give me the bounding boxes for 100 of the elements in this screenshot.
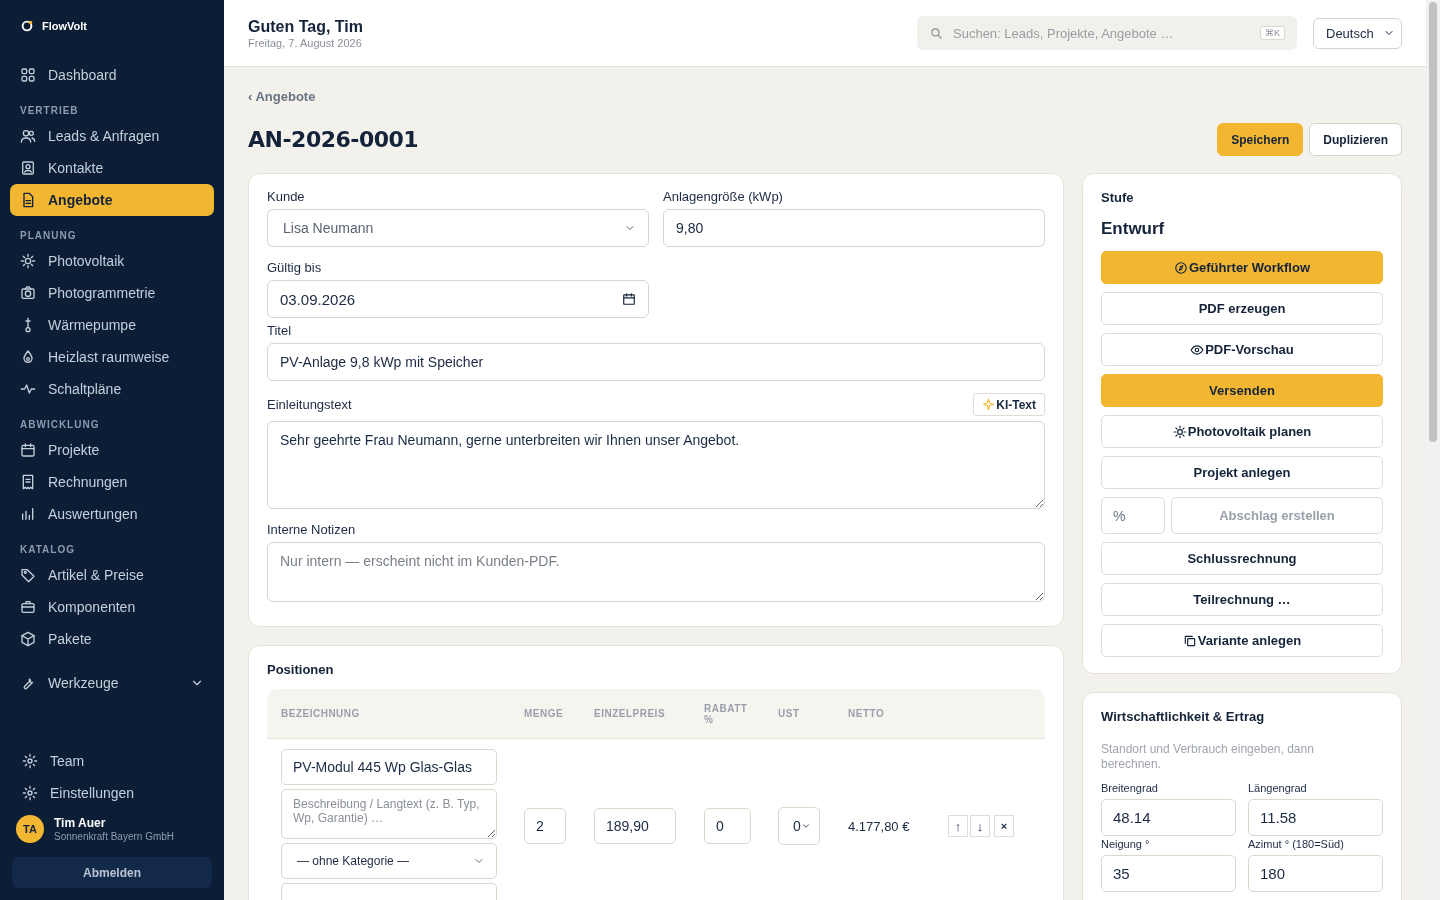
sidebar-item[interactable]: Leads & Anfragen [10, 120, 214, 152]
move-up-button[interactable]: ↑ [948, 815, 968, 837]
field-label: Breitengrad [1101, 782, 1159, 794]
sidebar-item[interactable]: Photogrammetrie [10, 277, 214, 309]
drop-icon [20, 349, 36, 365]
quantity-field[interactable]: 2 [524, 808, 566, 844]
sidebar-item[interactable]: Team [10, 745, 214, 777]
stage-value: Entwurf [1101, 219, 1166, 239]
field-label: Azimut ° (180=Süd) [1248, 838, 1345, 850]
hint-text: Standort und Verbrauch eingeben, dann berechnen. [1101, 742, 1315, 772]
ai-text-button[interactable]: KI-Text [973, 393, 1045, 416]
action-button[interactable]: PDF erzeugen [1101, 292, 1383, 325]
input-field[interactable]: 35 [1101, 855, 1236, 892]
sidebar-item[interactable]: Werkzeuge [10, 663, 214, 703]
sidebar-item[interactable]: Dashboard [10, 59, 214, 91]
sidebar-item[interactable]: Photovoltaik [10, 245, 214, 277]
section-heading: KATALOG [19, 543, 76, 557]
search-icon [929, 26, 943, 40]
camera-icon [20, 285, 36, 301]
column-header: UST [778, 708, 801, 719]
text-area[interactable]: Beschreibung / Langtext (z. B. Typ, Wp, Garantie) … [281, 789, 497, 839]
field-label: Neigung ° [1101, 838, 1151, 850]
chevron-down-icon [800, 821, 811, 831]
vat-select[interactable]: 0 [778, 807, 820, 845]
move-down-button[interactable]: ↓ [970, 815, 990, 837]
receipt-icon [20, 474, 36, 490]
customer-select[interactable]: Lisa Neumann [267, 209, 649, 247]
sidebar-item[interactable]: Komponenten [10, 591, 214, 623]
bar-chart-icon [20, 506, 36, 522]
shortcut-hint: ⌘K [1260, 26, 1285, 40]
grid-icon [20, 67, 36, 83]
eye-icon [1190, 342, 1205, 357]
sidebar-item[interactable]: Einstellungen [10, 777, 214, 809]
input-field[interactable]: 48.14 [1101, 799, 1236, 836]
category-select[interactable]: — ohne Kategorie — [281, 843, 497, 879]
box-icon [20, 631, 36, 647]
sidebar-item[interactable]: Schaltpläne [10, 373, 214, 405]
action-button[interactable]: PDF-Vorschau [1101, 333, 1383, 366]
column-header: BEZEICHNUNG [280, 708, 361, 719]
settings-icon [22, 753, 38, 769]
field-label: Gültig bis [267, 259, 322, 275]
action-button[interactable]: Schlussrechnung [1101, 542, 1383, 575]
field-label: Titel [267, 322, 292, 338]
contact-card-icon [20, 160, 36, 176]
sun-icon [1172, 424, 1187, 439]
duplicate-button[interactable]: Duplizieren [1309, 123, 1402, 156]
date-field[interactable]: 03.09.2026 [267, 280, 649, 318]
input-field[interactable]: 180 [1248, 855, 1383, 892]
action-button[interactable]: Teilrechnung … [1101, 583, 1383, 616]
pulse-icon [20, 381, 36, 397]
breadcrumb-link[interactable]: ‹ Angebote [248, 89, 316, 104]
input-field[interactable]: 11.58 [1248, 799, 1383, 836]
calendar-icon [20, 442, 36, 458]
logout-button[interactable]: Abmelden [12, 857, 212, 888]
section-heading: VERTRIEB [19, 104, 80, 118]
user-name: Tim Auer [54, 816, 107, 830]
sidebar-item[interactable]: Kontakte [10, 152, 214, 184]
input-field[interactable] [281, 883, 497, 900]
compass-icon [1173, 260, 1188, 275]
sidebar-item[interactable]: Artikel & Preise [10, 559, 214, 591]
scrollbar[interactable] [1426, 0, 1440, 900]
input-field[interactable]: PV-Anlage 9,8 kWp mit Speicher [267, 343, 1045, 381]
sidebar-item[interactable]: Pakete [10, 623, 214, 655]
sidebar-item[interactable]: Auswertungen [10, 498, 214, 530]
action-button[interactable]: Variante anlegen [1101, 624, 1383, 657]
logo-icon [20, 19, 34, 33]
action-button[interactable]: Projekt anlegen [1101, 456, 1383, 489]
section-heading: ABWICKLUNG [19, 418, 101, 432]
section-title: Positionen [267, 662, 335, 677]
sidebar-item[interactable]: Heizlast raumweise [10, 341, 214, 373]
sidebar-item[interactable]: Angebote [10, 184, 214, 216]
save-button[interactable]: Speichern [1217, 123, 1304, 156]
tag-icon [20, 567, 36, 583]
table-cell: 4.177,80 € [848, 819, 910, 834]
date-text: Freitag, 7. August 2026 [248, 36, 363, 49]
column-header: EINZELPREIS [594, 708, 667, 719]
action-button[interactable]: Photovoltaik planen [1101, 415, 1383, 448]
language-select[interactable]: Deutsch [1313, 17, 1402, 49]
section-title: Wirtschaftlichkeit & Ertrag [1101, 709, 1266, 724]
sidebar-item[interactable]: Rechnungen [10, 466, 214, 498]
text-area[interactable]: Nur intern — erscheint nicht im Kunden-PDF. [267, 542, 1045, 602]
discount-field[interactable]: 0 [704, 808, 751, 844]
field-label: Interne Notizen [267, 521, 356, 537]
input-field[interactable]: 9,80 [663, 209, 1045, 247]
sun-icon [20, 253, 36, 269]
delete-button[interactable]: × [994, 815, 1014, 837]
app-name: FlowVolt [42, 20, 87, 32]
text-area[interactable]: Sehr geehrte Frau Neumann, gerne unterbreiten wir Ihnen unser Angebot. [267, 421, 1045, 509]
section-heading: PLANUNG [19, 229, 78, 243]
sidebar-item[interactable]: Projekte [10, 434, 214, 466]
greeting: Guten Tag, Tim [248, 17, 364, 36]
copy-icon [1182, 633, 1197, 648]
action-button[interactable]: Geführter Workflow [1101, 251, 1383, 284]
action-button[interactable]: Versenden [1101, 374, 1383, 407]
input-field[interactable]: PV-Modul 445 Wp Glas-Glas [281, 749, 497, 785]
briefcase-icon [20, 599, 36, 615]
price-field[interactable]: 189,90 [594, 808, 676, 844]
section-title: Stufe [1101, 190, 1135, 205]
sidebar-item[interactable]: Wärmepumpe [10, 309, 214, 341]
company-name: Sonnenkraft Bayern GmbH [54, 831, 175, 842]
